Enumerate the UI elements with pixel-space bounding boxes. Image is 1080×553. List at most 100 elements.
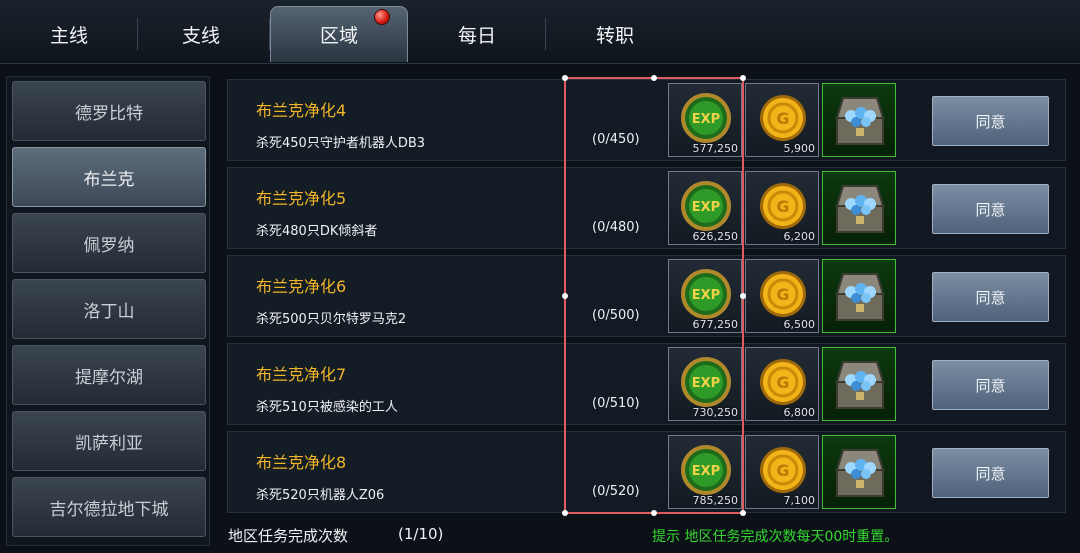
svg-text:G: G [776, 285, 789, 304]
tab-label: 主线 [49, 24, 88, 47]
exp-reward-slot[interactable]: EXP 626,250 [668, 171, 742, 245]
region-completion-count: (1/10) [398, 525, 444, 543]
exp-amount: 577,250 [692, 142, 739, 155]
quest-description: 杀死520只机器人Z06 [256, 488, 385, 503]
svg-text:G: G [776, 461, 789, 480]
quest-title: 布兰克净化5 [256, 189, 347, 208]
sidebar-item-loding-mountain[interactable]: 洛丁山 [12, 279, 206, 339]
quest-progress: (0/520) [592, 484, 640, 499]
treasure-chest-icon [835, 361, 885, 409]
svg-text:G: G [776, 197, 789, 216]
svg-text:EXP: EXP [692, 200, 720, 215]
chest-reward-slot[interactable] [822, 171, 896, 245]
tab-region[interactable]: 区域 [270, 6, 408, 62]
region-completion-label: 地区任务完成次数 [228, 527, 349, 545]
notification-dot-icon [375, 10, 389, 24]
accept-button-label: 同意 [975, 112, 1006, 131]
accept-button-label: 同意 [975, 464, 1006, 483]
gold-amount: 6,800 [783, 406, 816, 419]
exp-amount: 730,250 [692, 406, 739, 419]
gold-reward-slot[interactable]: G 6,200 [745, 171, 819, 245]
quest-row: 布兰克净化5 杀死480只DK倾斜者 (0/480) EXP 626,250 G 6,200… [227, 167, 1066, 249]
quest-progress: (0/450) [592, 132, 640, 147]
quest-row: 布兰克净化4 杀死450只守护者机器人DB3 (0/450) EXP 577,250 G 5… [227, 79, 1066, 161]
accept-button[interactable]: 同意 [932, 448, 1049, 498]
gold-amount: 6,500 [783, 318, 816, 331]
accept-button[interactable]: 同意 [932, 272, 1049, 322]
quest-title: 布兰克净化6 [256, 277, 347, 296]
tab-side-quest[interactable]: 支线 [132, 6, 270, 62]
exp-amount: 785,250 [692, 494, 739, 507]
gold-amount: 7,100 [783, 494, 816, 507]
chest-reward-slot[interactable] [822, 347, 896, 421]
reset-tip: 提示 地区任务完成次数每天00时重置。 [652, 529, 899, 545]
svg-text:EXP: EXP [692, 288, 720, 303]
svg-text:EXP: EXP [692, 112, 720, 127]
quest-description: 杀死510只被感染的工人 [256, 400, 398, 415]
exp-amount: 626,250 [692, 230, 739, 243]
sidebar-item-delobit[interactable]: 德罗比特 [12, 81, 206, 141]
accept-button[interactable]: 同意 [932, 360, 1049, 410]
chest-reward-slot[interactable] [822, 83, 896, 157]
tab-daily[interactable]: 每日 [408, 6, 546, 62]
exp-reward-slot[interactable]: EXP 677,250 [668, 259, 742, 333]
sidebar-item-label: 德罗比特 [75, 103, 143, 124]
quest-title: 布兰克净化4 [256, 101, 347, 120]
svg-text:G: G [776, 373, 789, 392]
sidebar-item-label: 吉尔德拉地下城 [49, 499, 169, 520]
quest-progress: (0/500) [592, 308, 640, 323]
exp-reward-slot[interactable]: EXP 785,250 [668, 435, 742, 509]
treasure-chest-icon [835, 97, 885, 145]
tab-label: 转职 [595, 24, 634, 47]
accept-button[interactable]: 同意 [932, 184, 1049, 234]
sidebar-item-timor-lake[interactable]: 提摩尔湖 [12, 345, 206, 405]
quest-row: 布兰克净化6 杀死500只贝尔特罗马克2 (0/500) EXP 677,250 G 6,5… [227, 255, 1066, 337]
sidebar-item-kaisaria[interactable]: 凯萨利亚 [12, 411, 206, 471]
quest-description: 杀死450只守护者机器人DB3 [256, 136, 426, 151]
quest-row: 布兰克净化8 杀死520只机器人Z06 (0/520) EXP 785,250 G 7,10… [227, 431, 1066, 513]
quest-progress: (0/510) [592, 396, 640, 411]
treasure-chest-icon [835, 449, 885, 497]
chest-reward-slot[interactable] [822, 259, 896, 333]
sidebar-item-label: 凯萨利亚 [75, 433, 143, 454]
quest-title: 布兰克净化8 [256, 453, 347, 472]
tab-label: 支线 [181, 24, 220, 47]
gold-amount: 5,900 [783, 142, 816, 155]
quest-title: 布兰克净化7 [256, 365, 347, 384]
tab-label: 每日 [457, 24, 496, 47]
quest-description: 杀死480只DK倾斜者 [256, 224, 378, 239]
accept-button[interactable]: 同意 [932, 96, 1049, 146]
quest-progress: (0/480) [592, 220, 640, 235]
quest-description: 杀死500只贝尔特罗马克2 [256, 312, 407, 327]
tab-bar: 主线 支线 区域 每日 转职 [0, 0, 1080, 64]
sidebar-item-blank[interactable]: 布兰克 [12, 147, 206, 207]
svg-text:EXP: EXP [692, 376, 720, 391]
gold-reward-slot[interactable]: G 6,500 [745, 259, 819, 333]
exp-reward-slot[interactable]: EXP 577,250 [668, 83, 742, 157]
sidebar-item-label: 佩罗纳 [83, 235, 135, 256]
accept-button-label: 同意 [975, 288, 1006, 307]
quest-row: 布兰克净化7 杀死510只被感染的工人 (0/510) EXP 730,250 G 6,80… [227, 343, 1066, 425]
tab-job-change[interactable]: 转职 [546, 6, 684, 62]
gold-amount: 6,200 [783, 230, 816, 243]
sidebar-item-label: 洛丁山 [83, 301, 135, 322]
chest-reward-slot[interactable] [822, 435, 896, 509]
sidebar-item-label: 布兰克 [83, 169, 135, 190]
gold-reward-slot[interactable]: G 6,800 [745, 347, 819, 421]
treasure-chest-icon [835, 185, 885, 233]
tab-label: 区域 [319, 25, 358, 47]
sidebar-item-gildera-dungeon[interactable]: 吉尔德拉地下城 [12, 477, 206, 537]
exp-amount: 677,250 [692, 318, 739, 331]
exp-reward-slot[interactable]: EXP 730,250 [668, 347, 742, 421]
gold-reward-slot[interactable]: G 5,900 [745, 83, 819, 157]
accept-button-label: 同意 [975, 376, 1006, 395]
accept-button-label: 同意 [975, 200, 1006, 219]
region-sidebar: 德罗比特 布兰克 佩罗纳 洛丁山 提摩尔湖 凯萨利亚 吉尔德拉地下城 [6, 76, 210, 546]
tab-main-quest[interactable]: 主线 [0, 6, 138, 62]
svg-text:EXP: EXP [692, 464, 720, 479]
sidebar-item-label: 提摩尔湖 [75, 367, 143, 388]
treasure-chest-icon [835, 273, 885, 321]
svg-text:G: G [776, 109, 789, 128]
gold-reward-slot[interactable]: G 7,100 [745, 435, 819, 509]
sidebar-item-perona[interactable]: 佩罗纳 [12, 213, 206, 273]
